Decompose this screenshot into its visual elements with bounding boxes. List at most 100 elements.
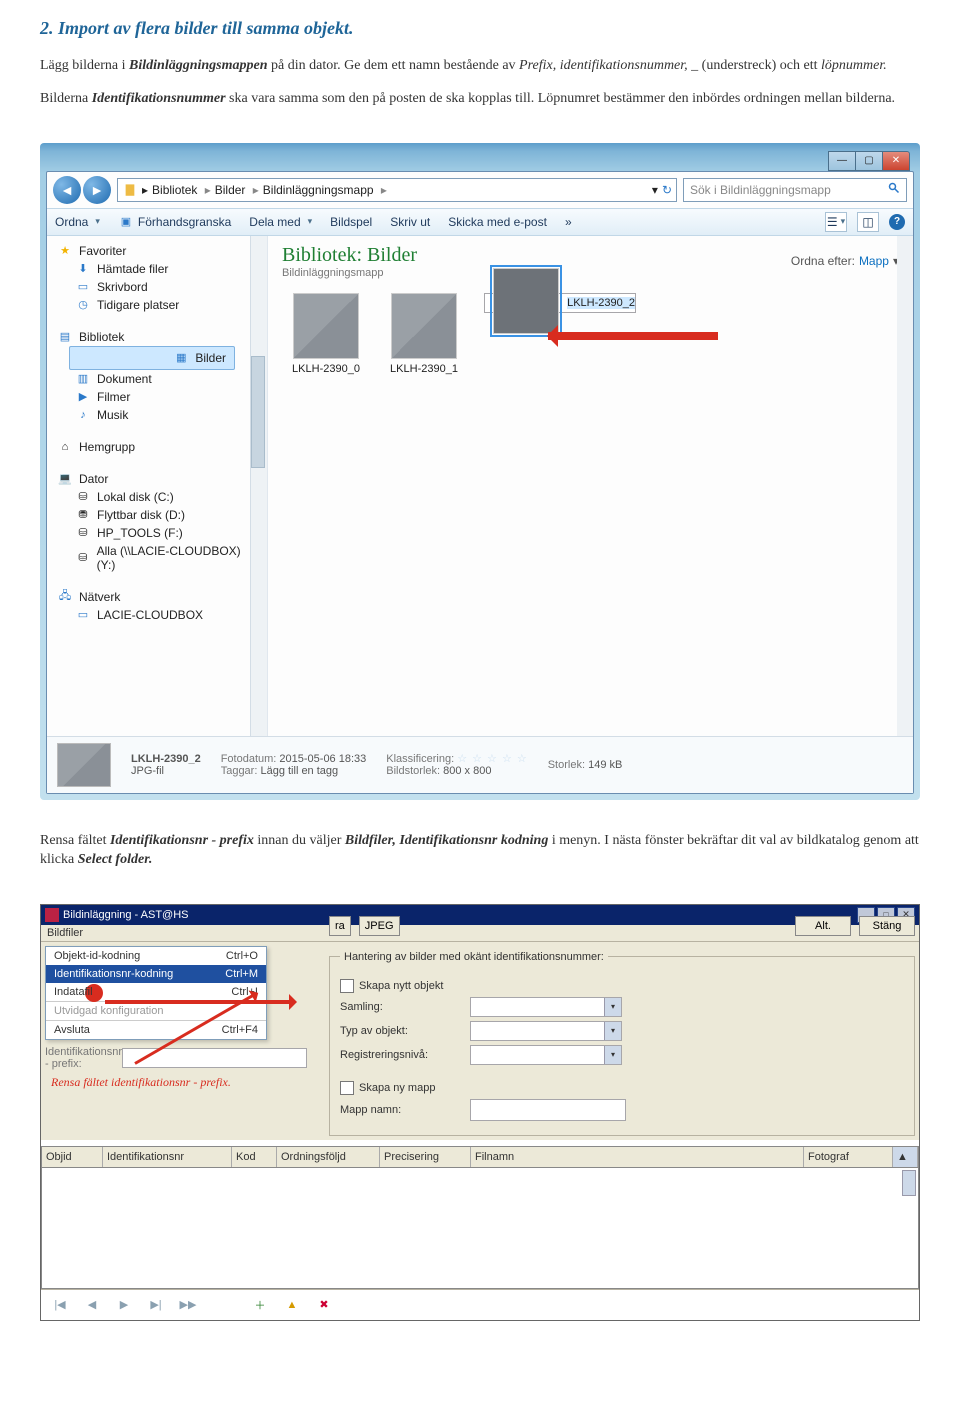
details-tags-v[interactable]: Lägg till en tagg — [260, 765, 338, 777]
file-thumb-1[interactable]: LKLH-2390_1 — [386, 293, 462, 375]
ra-button[interactable]: ra — [329, 916, 351, 936]
preview-pane-button[interactable]: ◫ — [857, 212, 879, 232]
regniva-select[interactable]: ▾ — [470, 1045, 622, 1065]
col-prec[interactable]: Precisering — [380, 1147, 471, 1167]
pager-add[interactable]: ＋ — [249, 1296, 271, 1314]
refresh-icon[interactable]: ↻ — [662, 183, 672, 197]
file-label: LKLH-2390_0 — [288, 363, 364, 375]
address-dropdown-icon[interactable]: ▾ — [652, 183, 658, 197]
breadcrumb-lib[interactable]: Bibliotek — [152, 183, 211, 197]
toolbar-preview[interactable]: ▣ Förhandsgranska — [118, 215, 231, 229]
search-icon — [888, 182, 900, 197]
nav-lacie[interactable]: LACIE-CLOUDBOX — [97, 608, 203, 622]
pager-up[interactable]: ▲ — [281, 1296, 303, 1314]
term-prefixfield: Identifikationsnr - prefix — [110, 833, 254, 848]
alt-button[interactable]: Alt. — [795, 916, 851, 936]
create-object-checkbox[interactable] — [340, 979, 354, 993]
breadcrumb-pics[interactable]: Bilder — [215, 183, 259, 197]
pager-prev[interactable]: ◀ — [81, 1296, 103, 1314]
pager-delete[interactable]: ✖ — [313, 1296, 335, 1314]
breadcrumb-folder[interactable]: Bildinläggningsmapp — [263, 183, 387, 197]
nav-removable[interactable]: Flyttbar disk (D:) — [97, 508, 185, 522]
removable-icon: ⛃ — [75, 508, 91, 522]
nav-favorites[interactable]: Favoriter — [79, 244, 126, 258]
lib-title-a: Bibliotek: — [282, 244, 362, 266]
new-folder-checkbox[interactable] — [340, 1081, 354, 1095]
toolbar-print[interactable]: Skriv ut — [390, 215, 430, 229]
pager-next[interactable]: ▶ — [113, 1296, 135, 1314]
details-dim-v: 800 x 800 — [443, 765, 491, 777]
mappnamn-input[interactable] — [470, 1099, 626, 1121]
nav-hptools[interactable]: HP_TOOLS (F:) — [97, 526, 183, 540]
window-close-button[interactable]: ✕ — [882, 151, 910, 171]
term-prefix: Prefix, identifikationsnummer, _ — [519, 58, 698, 73]
section-heading: 2. Import av flera bilder till samma obj… — [40, 18, 920, 39]
grid-scrollbar[interactable] — [902, 1170, 916, 1196]
col-fil[interactable]: Filnamn — [471, 1147, 804, 1167]
col-kod[interactable]: Kod — [232, 1147, 277, 1167]
nav-desktop[interactable]: Skrivbord — [97, 280, 148, 294]
nav-homegroup[interactable]: Hemgrupp — [79, 440, 135, 454]
help-button[interactable]: ? — [889, 214, 905, 230]
close-button[interactable]: Stäng — [859, 916, 915, 936]
pager-first[interactable]: |◀ — [49, 1296, 71, 1314]
menu-indatafil[interactable]: IndatafilCtrl+I — [46, 983, 266, 1001]
nav-alla[interactable]: Alla (\\LACIE-CLOUDBOX) (Y:) — [97, 544, 259, 572]
ident-prefix-input[interactable] — [122, 1048, 307, 1068]
window-maximize-button[interactable]: ▢ — [855, 151, 883, 171]
col-ident[interactable]: Identifikationsnr — [103, 1147, 232, 1167]
typ-label: Typ av objekt: — [340, 1025, 470, 1037]
nav-forward-button[interactable]: ► — [83, 176, 111, 204]
col-fot[interactable]: Fotograf — [804, 1147, 893, 1167]
typ-select[interactable]: ▾ — [470, 1021, 622, 1041]
file-thumb-0[interactable]: LKLH-2390_0 — [288, 293, 364, 375]
nav-videos[interactable]: Filmer — [97, 390, 130, 404]
term-lopnummer: löpnummer. — [821, 58, 887, 73]
toolbar-more[interactable]: » — [565, 215, 572, 229]
details-dim-k: Bildstorlek: — [386, 765, 440, 777]
lib-title-b: Bilder — [367, 244, 417, 266]
nav-recent[interactable]: Tidigare platser — [97, 298, 179, 312]
grid-body[interactable] — [41, 1168, 919, 1289]
network-icon: 🖧 — [57, 590, 73, 604]
navigation-pane[interactable]: ★Favoriter ⬇Hämtade filer ▭Skrivbord ◷Ti… — [47, 236, 268, 736]
toolbar-share[interactable]: Dela med — [249, 215, 312, 229]
nav-downloads[interactable]: Hämtade filer — [97, 262, 168, 276]
nav-pictures[interactable]: Bilder — [195, 351, 226, 365]
text: ska vara samma som den på posten de ska … — [229, 91, 895, 106]
view-options-button[interactable]: ☰ — [825, 212, 847, 232]
details-rating-k: Klassificering: — [386, 753, 454, 765]
pager-play[interactable]: ▶▶ — [177, 1296, 199, 1314]
col-scroll: ▲ — [893, 1147, 918, 1167]
content-scrollbar[interactable] — [897, 236, 913, 736]
screenshot-app-dialog: Bildinläggning - AST@HS _ □ ✕ Bildfiler … — [40, 904, 920, 1321]
menu-objektid[interactable]: Objekt-id-kodningCtrl+O — [46, 947, 266, 965]
nav-back-button[interactable]: ◄ — [53, 176, 81, 204]
file-thumb-2[interactable]: LKLH-2390_2 — [484, 293, 636, 313]
rating-stars[interactable]: ☆ ☆ ☆ ☆ ☆ — [457, 753, 528, 765]
window-minimize-button[interactable]: — — [828, 151, 856, 171]
arrange-dropdown[interactable]: Mapp — [859, 254, 889, 268]
search-input[interactable]: Sök i Bildinläggningsmapp — [683, 178, 907, 202]
nav-music[interactable]: Musik — [97, 408, 128, 422]
nav-documents[interactable]: Dokument — [97, 372, 152, 386]
address-bar[interactable]: ▇ ▸ Bibliotek Bilder Bildinläggningsmapp… — [117, 178, 677, 202]
nav-computer[interactable]: Dator — [79, 472, 108, 486]
nav-localdisk[interactable]: Lokal disk (C:) — [97, 490, 174, 504]
new-folder-label: Skapa ny mapp — [359, 1082, 435, 1094]
nav-libraries[interactable]: Bibliotek — [79, 330, 124, 344]
menu-identnr-kodning[interactable]: Identifikationsnr-kodningCtrl+M — [46, 965, 266, 983]
samling-select[interactable]: ▾ — [470, 997, 622, 1017]
menu-bildfiler[interactable]: Bildfiler — [47, 927, 83, 939]
col-ord[interactable]: Ordningsföljd — [277, 1147, 380, 1167]
toolbar-email[interactable]: Skicka med e-post — [448, 215, 547, 229]
chevron-down-icon: ▾ — [604, 998, 621, 1016]
toolbar-organize[interactable]: Ordna — [55, 215, 100, 229]
nav-network[interactable]: Nätverk — [79, 590, 120, 604]
device-icon: ▭ — [75, 608, 91, 622]
toolbar-slideshow[interactable]: Bildspel — [330, 215, 372, 229]
col-objid[interactable]: Objid — [42, 1147, 103, 1167]
pager-last[interactable]: ▶| — [145, 1296, 167, 1314]
nav-scrollbar[interactable] — [250, 236, 267, 736]
jpeg-button[interactable]: JPEG — [359, 916, 400, 936]
